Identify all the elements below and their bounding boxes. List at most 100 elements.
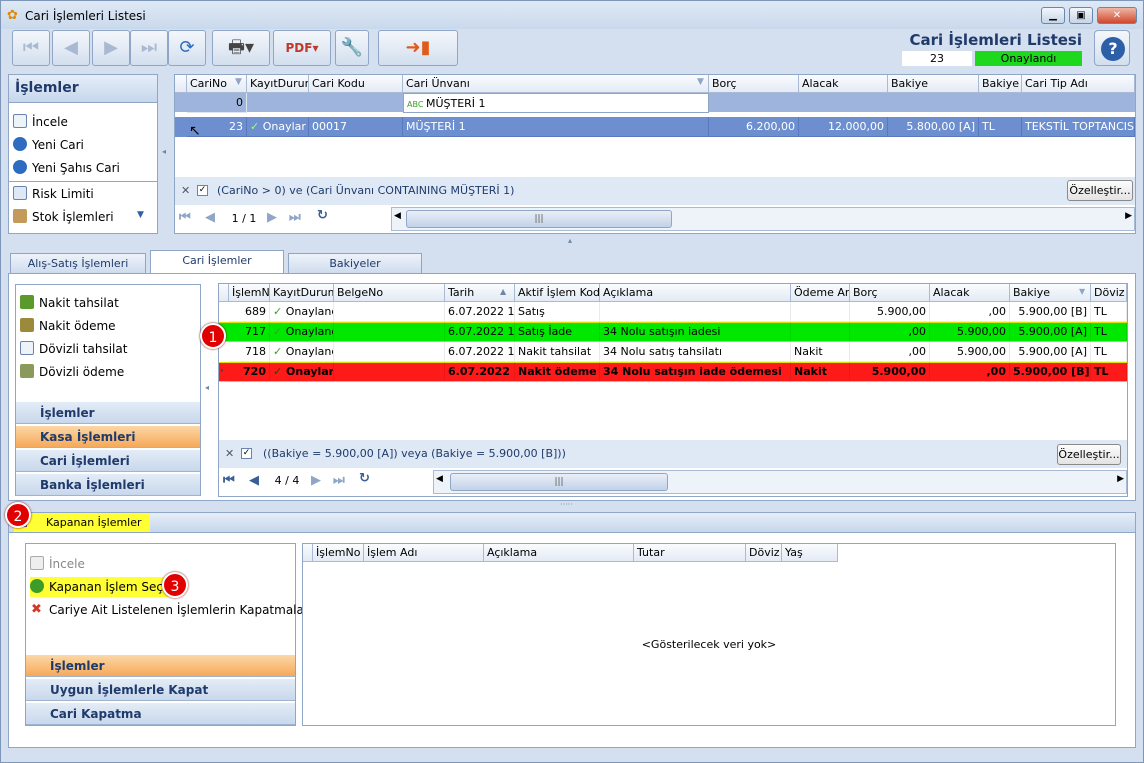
new-account-item[interactable]: Yeni Cari [13, 135, 84, 155]
col-borc[interactable]: Borç [850, 284, 930, 302]
tools-icon[interactable]: 🔧 [335, 30, 369, 66]
col-aciklama[interactable]: Açıklama [484, 544, 634, 562]
next-page-icon[interactable]: ▶ [267, 210, 277, 225]
cash-payment-item[interactable]: Nakit ödeme [20, 316, 116, 336]
next-page-icon[interactable]: ▶ [311, 473, 321, 488]
prev-record-icon[interactable]: ◀ [52, 30, 90, 66]
col-aciklama[interactable]: Açıklama [600, 284, 791, 302]
collapse-left-icon[interactable]: ◂ [162, 147, 166, 156]
cash-collection-item[interactable]: Nakit tahsilat [20, 293, 119, 313]
splitter-grip[interactable]: ····· [560, 500, 573, 509]
col-alacak[interactable]: Alacak [930, 284, 1010, 302]
filter-checkbox[interactable]: ✓ [241, 448, 252, 459]
col-alacak[interactable]: Alacak [799, 75, 888, 93]
customize-button[interactable]: Özelleştir... [1057, 444, 1121, 465]
filter-icon[interactable]: ▼ [1079, 287, 1085, 296]
prev-page-icon[interactable]: ◀ [249, 473, 259, 488]
group-banka-islemleri[interactable]: Banka İşlemleri [16, 473, 200, 496]
closing-group-uygun-kapat[interactable]: Uygun İşlemlerle Kapat [26, 678, 295, 701]
collapse-up-icon[interactable]: ▴ [568, 236, 572, 245]
risk-limit-item[interactable]: Risk Limiti [13, 184, 94, 204]
col-doviz[interactable]: Döviz [746, 544, 782, 562]
scroll-right-icon[interactable]: ▶ [1125, 211, 1132, 221]
cell-tarih: 6.07.2022 1 [445, 362, 515, 382]
filter-icon[interactable]: ▼ [697, 77, 704, 87]
col-bakiye[interactable]: Bakiye [888, 75, 979, 93]
last-page-icon[interactable]: ⏭ [333, 473, 345, 488]
refresh-icon[interactable]: ↻ [359, 471, 370, 486]
col-kayitdurumu[interactable]: KayıtDurumu [270, 284, 334, 302]
filter-checkbox[interactable]: ✓ [197, 185, 208, 196]
first-page-icon[interactable]: ⏮ [223, 473, 235, 488]
close-button[interactable]: ✕ [1097, 7, 1137, 24]
col-islem-adi[interactable]: İşlem Adı [364, 544, 484, 562]
help-button[interactable]: ? [1094, 30, 1130, 66]
group-cari-islemleri[interactable]: Cari İşlemleri [16, 449, 200, 472]
refresh-icon[interactable]: ⟳ [168, 30, 206, 66]
scroll-down-icon[interactable]: ▼ [137, 210, 144, 220]
last-page-icon[interactable]: ⏭ [289, 210, 301, 225]
scroll-left-icon[interactable]: ◀ [394, 211, 401, 221]
collapse-left-icon[interactable]: ◂ [205, 383, 209, 392]
scroll-thumb[interactable]: ||| [450, 473, 668, 491]
select-closed-transaction-item[interactable]: Kapanan İşlem Seç [30, 577, 173, 597]
exit-door-icon[interactable]: ➜▮ [378, 30, 458, 66]
col-borc[interactable]: Borç [709, 75, 799, 93]
new-person-account-item[interactable]: Yeni Şahıs Cari [13, 158, 120, 178]
restore-button[interactable]: ▣ [1069, 7, 1093, 24]
col-yas[interactable]: Yaş [782, 544, 838, 562]
sort-ascending-icon[interactable]: ▲ [500, 287, 506, 296]
col-islemno[interactable]: İşlemNo [313, 544, 364, 562]
col-cari-tip-adi[interactable]: Cari Tip Adı [1022, 75, 1135, 93]
filter-text: (CariNo > 0) ve (Cari Ünvanı CONTAINING … [217, 184, 515, 197]
print-icon[interactable]: 🖶▾ [212, 30, 270, 66]
cell-doviz: TL [1091, 302, 1127, 322]
filter-icon[interactable]: ▼ [235, 77, 242, 87]
group-kasa-islemleri[interactable]: Kasa İşlemleri [16, 425, 200, 448]
col-belgeno[interactable]: BelgeNo [334, 284, 445, 302]
cash-actions-panel: Nakit tahsilat Nakit ödeme Dövizli tahsi… [15, 284, 201, 496]
inspect-item[interactable]: İncele [13, 112, 68, 132]
col-tutar[interactable]: Tutar [634, 544, 746, 562]
col-cari-unvani[interactable]: Cari Ünvanı [403, 75, 709, 93]
next-record-icon[interactable]: ▶ [92, 30, 130, 66]
customize-button[interactable]: Özelleştir... [1067, 180, 1133, 201]
first-record-icon[interactable]: ⏮ [12, 30, 50, 66]
group-islemler[interactable]: İşlemler [16, 401, 200, 424]
col-kayitdurumu[interactable]: KayıtDurumu [247, 75, 309, 93]
close-listed-transactions-item[interactable]: ✖ Cariye Ait Listelenen İşlemlerin Kapatm… [30, 600, 324, 620]
horizontal-scrollbar[interactable]: ◀ ||| ▶ [391, 207, 1135, 231]
cell-durum: ✓ Onaylanc [270, 302, 334, 322]
filter-unvan[interactable]: ABC MÜŞTERİ 1 [403, 93, 709, 113]
closing-group-islemler[interactable]: İşlemler [26, 654, 295, 677]
last-record-icon[interactable]: ⏭ [130, 30, 168, 66]
fx-payment-item[interactable]: Dövizli ödeme [20, 362, 124, 382]
fx-collection-item[interactable]: Dövizli tahsilat [20, 339, 127, 359]
tab-bakiyeler[interactable]: Bakiyeler [288, 253, 422, 273]
col-bakiye-doviz[interactable]: Bakiye D [979, 75, 1022, 93]
col-cari-kodu[interactable]: Cari Kodu [309, 75, 403, 93]
closing-inspect-item[interactable]: İncele [30, 554, 85, 574]
closing-title[interactable]: Kapanan İşlemler [14, 513, 150, 532]
col-aktif-islem-kodu[interactable]: Aktif İşlem Kodu [515, 284, 600, 302]
tab-alis-satis[interactable]: Alış-Satış İşlemleri [10, 253, 146, 273]
tab-cari-islemler[interactable]: Cari İşlemler [150, 250, 284, 274]
scroll-left-icon[interactable]: ◀ [436, 474, 443, 484]
col-doviz[interactable]: Döviz [1091, 284, 1127, 302]
clear-filter-icon[interactable]: ✕ [181, 180, 190, 202]
first-page-icon[interactable]: ⏮ [179, 210, 191, 225]
prev-page-icon[interactable]: ◀ [205, 210, 215, 225]
col-odeme-araci[interactable]: Ödeme Aracı [791, 284, 850, 302]
horizontal-scrollbar[interactable]: ◀ ||| ▶ [433, 470, 1127, 494]
cell-borc: 6.200,00 [709, 117, 799, 137]
filter-carino[interactable]: 0 [187, 93, 247, 113]
stock-operations-item[interactable]: Stok İşlemleri [13, 207, 114, 227]
export-pdf-icon[interactable]: PDF▾ [273, 30, 331, 66]
scroll-right-icon[interactable]: ▶ [1117, 474, 1124, 484]
minimize-button[interactable]: ▁ [1041, 7, 1065, 24]
closing-group-cari-kapatma[interactable]: Cari Kapatma [26, 702, 295, 725]
col-islemno[interactable]: İşlemNo [229, 284, 270, 302]
clear-filter-icon[interactable]: ✕ [225, 443, 234, 465]
scroll-thumb[interactable]: ||| [406, 210, 672, 228]
refresh-icon[interactable]: ↻ [317, 208, 328, 223]
